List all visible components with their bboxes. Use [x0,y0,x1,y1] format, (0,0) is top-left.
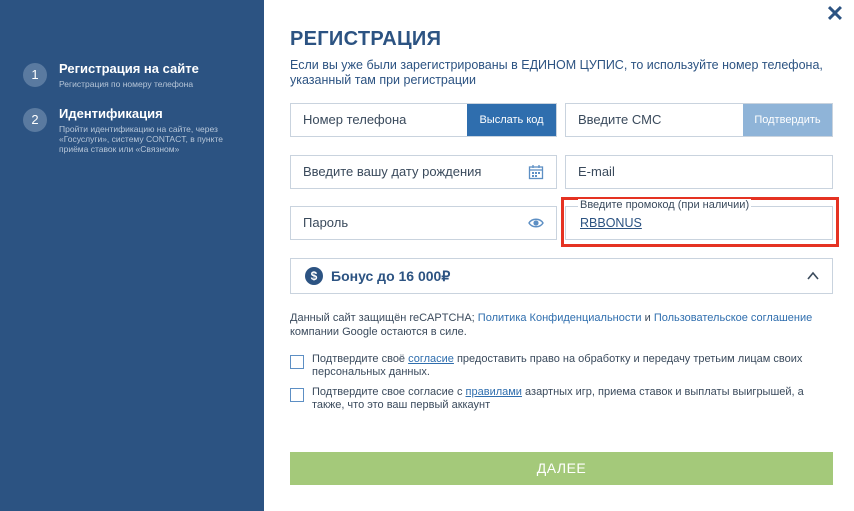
step-number: 1 [23,63,47,87]
consent-text-before: Подтвердите своё [312,353,409,365]
consent-data-text: Подтвердите своё согласие предоставить п… [312,353,827,378]
step-subtitle: Пройти идентификацию на сайте, через «Го… [59,124,223,154]
bonus-label: Бонус до 16 000₽ [331,268,451,284]
step-title: Регистрация на сайте [59,61,199,76]
phone-field[interactable]: Номер телефона Выслать код [290,103,557,137]
send-code-button[interactable]: Выслать код [467,104,556,136]
consent-rules-text: Подтвердите свое согласие с правилами аз… [312,386,827,411]
consent-link[interactable]: согласие [408,353,454,365]
confirm-button[interactable]: Подтвердить [743,104,832,136]
terms-link[interactable]: Пользовательское соглашение [654,312,812,324]
money-bag-icon: $ [305,267,323,285]
next-button[interactable]: ДАЛЕЕ [290,452,833,485]
step-number: 2 [23,108,47,132]
page-title: РЕГИСТРАЦИЯ [290,28,442,50]
close-icon[interactable]: ✕ [824,3,846,26]
eye-icon[interactable] [528,215,544,231]
recaptcha-suffix: компании Google остаются в силе. [290,325,467,338]
password-placeholder: Пароль [303,215,349,230]
intro-text: Если вы уже были зарегистрированы в ЕДИН… [290,58,823,87]
steps-sidebar: 1 Регистрация на сайте Регистрация по но… [0,0,264,511]
phone-placeholder: Номер телефона [303,112,407,127]
bonus-dropdown[interactable]: $ Бонус до 16 000₽ [290,258,833,294]
email-field[interactable]: E-mail [565,155,833,189]
rules-link[interactable]: правилами [466,386,522,398]
promo-code-label: Введите промокод (при наличии) [578,199,752,211]
promo-code-value: RBBONUS [580,216,642,230]
consent-rules-checkbox[interactable] [290,388,304,402]
sms-field[interactable]: Введите СМС Подтвердить [565,103,833,137]
password-field[interactable]: Пароль [290,206,557,240]
consent-data-checkbox[interactable] [290,355,304,369]
recaptcha-notice: Данный сайт защищён reCAPTCHA; Политика … [290,312,833,339]
recaptcha-and: и [641,312,654,324]
rules-text-before: Подтвердите свое согласие с [312,386,466,398]
step-subtitle: Регистрация по номеру телефона [59,79,194,89]
chevron-up-icon[interactable] [806,269,820,283]
calendar-icon[interactable] [528,164,544,180]
privacy-policy-link[interactable]: Политика Конфиденциальности [478,312,642,324]
promo-code-field[interactable]: RBBONUS [565,206,833,240]
registration-page: 1 Регистрация на сайте Регистрация по но… [0,0,854,511]
birthdate-field[interactable]: Введите вашу дату рождения [290,155,557,189]
sms-placeholder: Введите СМС [578,112,662,127]
recaptcha-prefix: Данный сайт защищён reCAPTCHA; [290,312,478,324]
birthdate-placeholder: Введите вашу дату рождения [303,164,482,179]
step-title: Идентификация [59,106,163,121]
email-placeholder: E-mail [578,164,615,179]
